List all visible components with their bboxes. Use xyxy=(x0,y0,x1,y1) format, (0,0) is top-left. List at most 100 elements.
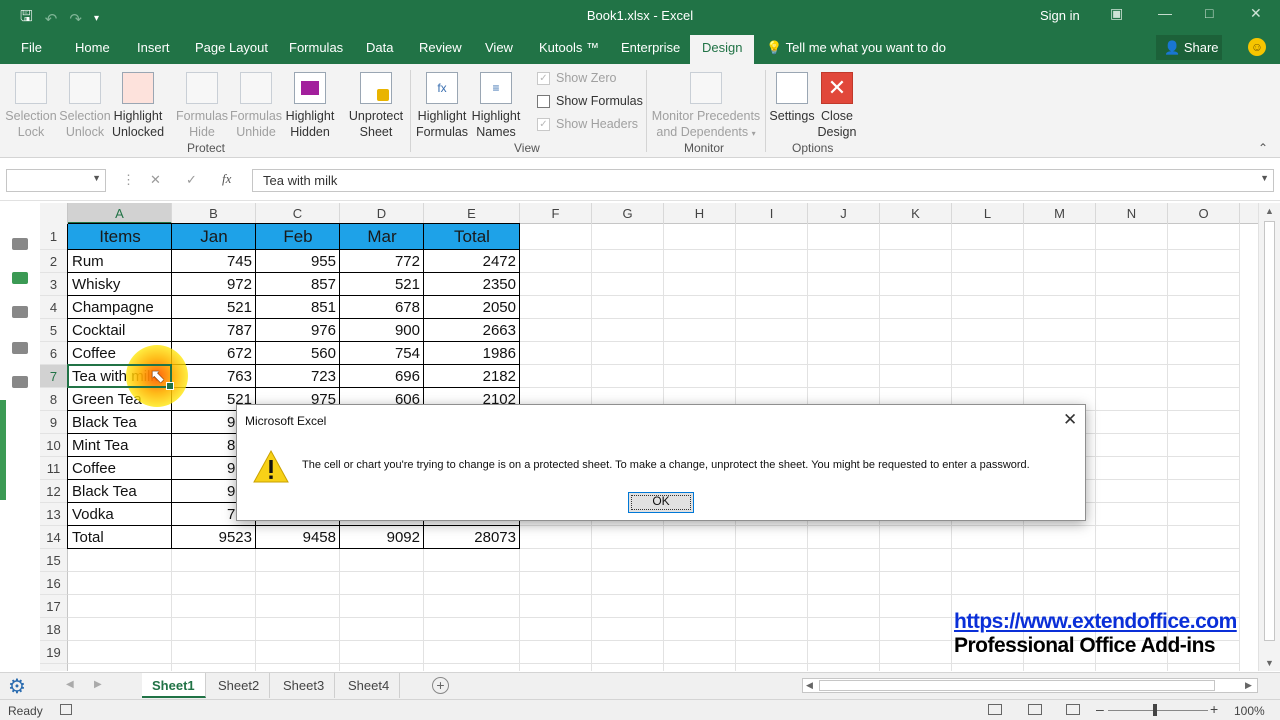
show-headers-checkbox[interactable]: ✓ Show Headers xyxy=(537,117,638,131)
value-cell[interactable]: 754 xyxy=(340,342,424,365)
value-cell[interactable]: 28073 xyxy=(424,526,520,549)
value-cell[interactable]: 9523 xyxy=(172,526,256,549)
tab-enterprise[interactable]: Enterprise xyxy=(621,40,680,55)
zoom-in-icon[interactable]: + xyxy=(1210,701,1218,717)
column-header-e[interactable]: E xyxy=(424,203,520,224)
selection-lock-button[interactable]: Selection Lock xyxy=(4,72,58,140)
table-header-cell[interactable]: Total xyxy=(424,224,520,250)
value-cell[interactable]: 2050 xyxy=(424,296,520,319)
table-header-cell[interactable]: Items xyxy=(68,224,172,250)
scroll-up-icon[interactable]: ▲ xyxy=(1265,206,1274,216)
value-cell[interactable]: 723 xyxy=(256,365,340,388)
unprotect-sheet-button[interactable]: Unprotect Sheet xyxy=(345,72,407,140)
watermark-url[interactable]: https://www.extendoffice.com xyxy=(954,610,1237,634)
highlight-unlocked-button[interactable]: Highlight Unlocked xyxy=(110,72,166,140)
horizontal-scroll-thumb[interactable] xyxy=(819,680,1215,691)
item-cell[interactable]: Whisky xyxy=(68,273,172,296)
share-button[interactable]: 👤 Share xyxy=(1156,35,1222,60)
tab-data[interactable]: Data xyxy=(366,40,393,55)
show-formulas-checkbox[interactable]: Show Formulas xyxy=(537,94,643,108)
select-all-corner[interactable] xyxy=(40,203,68,224)
monitor-precedents-button[interactable]: Monitor Precedents and Dependents ▾ xyxy=(650,72,762,142)
expand-formula-bar-icon[interactable]: ▼ xyxy=(1260,173,1269,183)
column-header-h[interactable]: H xyxy=(664,203,736,224)
value-cell[interactable]: 857 xyxy=(256,273,340,296)
horizontal-scrollbar[interactable]: ◀ ▶ xyxy=(802,678,1258,693)
zoom-slider-handle[interactable] xyxy=(1153,704,1157,716)
row-header-12[interactable]: 12 xyxy=(40,480,68,503)
table-header-cell[interactable]: Jan xyxy=(172,224,256,250)
close-design-button[interactable]: ✕ Close Design xyxy=(816,72,858,140)
vertical-scroll-thumb[interactable] xyxy=(1264,221,1275,641)
tab-kutools[interactable]: Kutools ™ xyxy=(539,40,599,55)
enter-icon[interactable]: ✓ xyxy=(186,172,197,188)
column-header-m[interactable]: M xyxy=(1024,203,1096,224)
ribbon-display-options-icon[interactable]: ▣ xyxy=(1110,5,1123,22)
value-cell[interactable]: 9458 xyxy=(256,526,340,549)
value-cell[interactable]: 787 xyxy=(172,319,256,342)
highlight-formulas-button[interactable]: fx Highlight Formulas xyxy=(414,72,470,140)
row-header-2[interactable]: 2 xyxy=(40,250,68,273)
macro-record-icon[interactable] xyxy=(60,704,72,715)
value-cell[interactable]: 521 xyxy=(172,296,256,319)
row-header-10[interactable]: 10 xyxy=(40,434,68,457)
name-manager-icon[interactable] xyxy=(12,272,28,284)
formulas-unhide-button[interactable]: Formulas Unhide xyxy=(228,72,284,140)
column-header-j[interactable]: J xyxy=(808,203,880,224)
collapse-ribbon-icon[interactable]: ⌃ xyxy=(1258,141,1268,155)
maximize-icon[interactable]: □ xyxy=(1205,5,1213,21)
sheet-tab-sheet4[interactable]: Sheet4 xyxy=(338,673,401,698)
page-layout-view-icon[interactable] xyxy=(1028,704,1042,715)
value-cell[interactable]: 972 xyxy=(172,273,256,296)
value-cell[interactable]: 9092 xyxy=(340,526,424,549)
feedback-smiley-icon[interactable]: ☺ xyxy=(1248,38,1266,56)
value-cell[interactable]: 2350 xyxy=(424,273,520,296)
tab-formulas[interactable]: Formulas xyxy=(289,40,343,55)
value-cell[interactable]: 976 xyxy=(256,319,340,342)
zoom-slider[interactable] xyxy=(1108,710,1208,711)
table-header-cell[interactable]: Feb xyxy=(256,224,340,250)
sheet-tab-sheet1[interactable]: Sheet1 xyxy=(142,673,206,698)
tab-page-layout[interactable]: Page Layout xyxy=(195,40,268,55)
column-header-b[interactable]: B xyxy=(172,203,256,224)
row-header-7[interactable]: 7 xyxy=(40,365,68,388)
row-header-8[interactable]: 8 xyxy=(40,388,68,411)
column-header-f[interactable]: F xyxy=(520,203,592,224)
formula-input[interactable]: Tea with milk ▼ xyxy=(252,169,1274,192)
value-cell[interactable]: 521 xyxy=(340,273,424,296)
find-replace-icon[interactable] xyxy=(12,376,28,388)
formulas-hide-button[interactable]: Formulas Hide xyxy=(174,72,230,140)
sheet-tab-sheet2[interactable]: Sheet2 xyxy=(208,673,271,698)
column-header-c[interactable]: C xyxy=(256,203,340,224)
value-cell[interactable]: 678 xyxy=(340,296,424,319)
column-header-d[interactable]: D xyxy=(340,203,424,224)
item-cell[interactable]: Vodka xyxy=(68,503,172,526)
row-header-13[interactable]: 13 xyxy=(40,503,68,526)
tell-me-search[interactable]: 💡 Tell me what you want to do xyxy=(766,40,946,56)
row-header-5[interactable]: 5 xyxy=(40,319,68,342)
selection-unlock-button[interactable]: Selection Unlock xyxy=(57,72,113,140)
row-header-18[interactable]: 18 xyxy=(40,618,68,641)
value-cell[interactable]: 2472 xyxy=(424,250,520,273)
row-header-3[interactable]: 3 xyxy=(40,273,68,296)
value-cell[interactable]: 2663 xyxy=(424,319,520,342)
column-header-o[interactable]: O xyxy=(1168,203,1240,224)
close-window-icon[interactable]: ✕ xyxy=(1250,5,1262,22)
gear-icon[interactable]: ⚙ xyxy=(8,674,26,699)
highlight-names-button[interactable]: ≡ Highlight Names xyxy=(468,72,524,140)
chevron-down-icon[interactable]: ▼ xyxy=(92,173,101,183)
cancel-icon[interactable]: ✕ xyxy=(150,172,161,188)
row-header-16[interactable]: 16 xyxy=(40,572,68,595)
item-cell[interactable]: Mint Tea xyxy=(68,434,172,457)
normal-view-icon[interactable] xyxy=(988,704,1002,715)
tab-home[interactable]: Home xyxy=(75,40,110,55)
value-cell[interactable]: 900 xyxy=(340,319,424,342)
row-header-9[interactable]: 9 xyxy=(40,411,68,434)
value-cell[interactable]: 696 xyxy=(340,365,424,388)
tab-view[interactable]: View xyxy=(485,40,513,55)
name-box[interactable]: ▼ xyxy=(6,169,106,192)
scroll-right-icon[interactable]: ▶ xyxy=(1245,680,1252,691)
column-header-l[interactable]: L xyxy=(952,203,1024,224)
column-header-a[interactable]: A xyxy=(68,203,172,224)
previous-sheet-icon[interactable]: ◀ xyxy=(66,679,74,690)
